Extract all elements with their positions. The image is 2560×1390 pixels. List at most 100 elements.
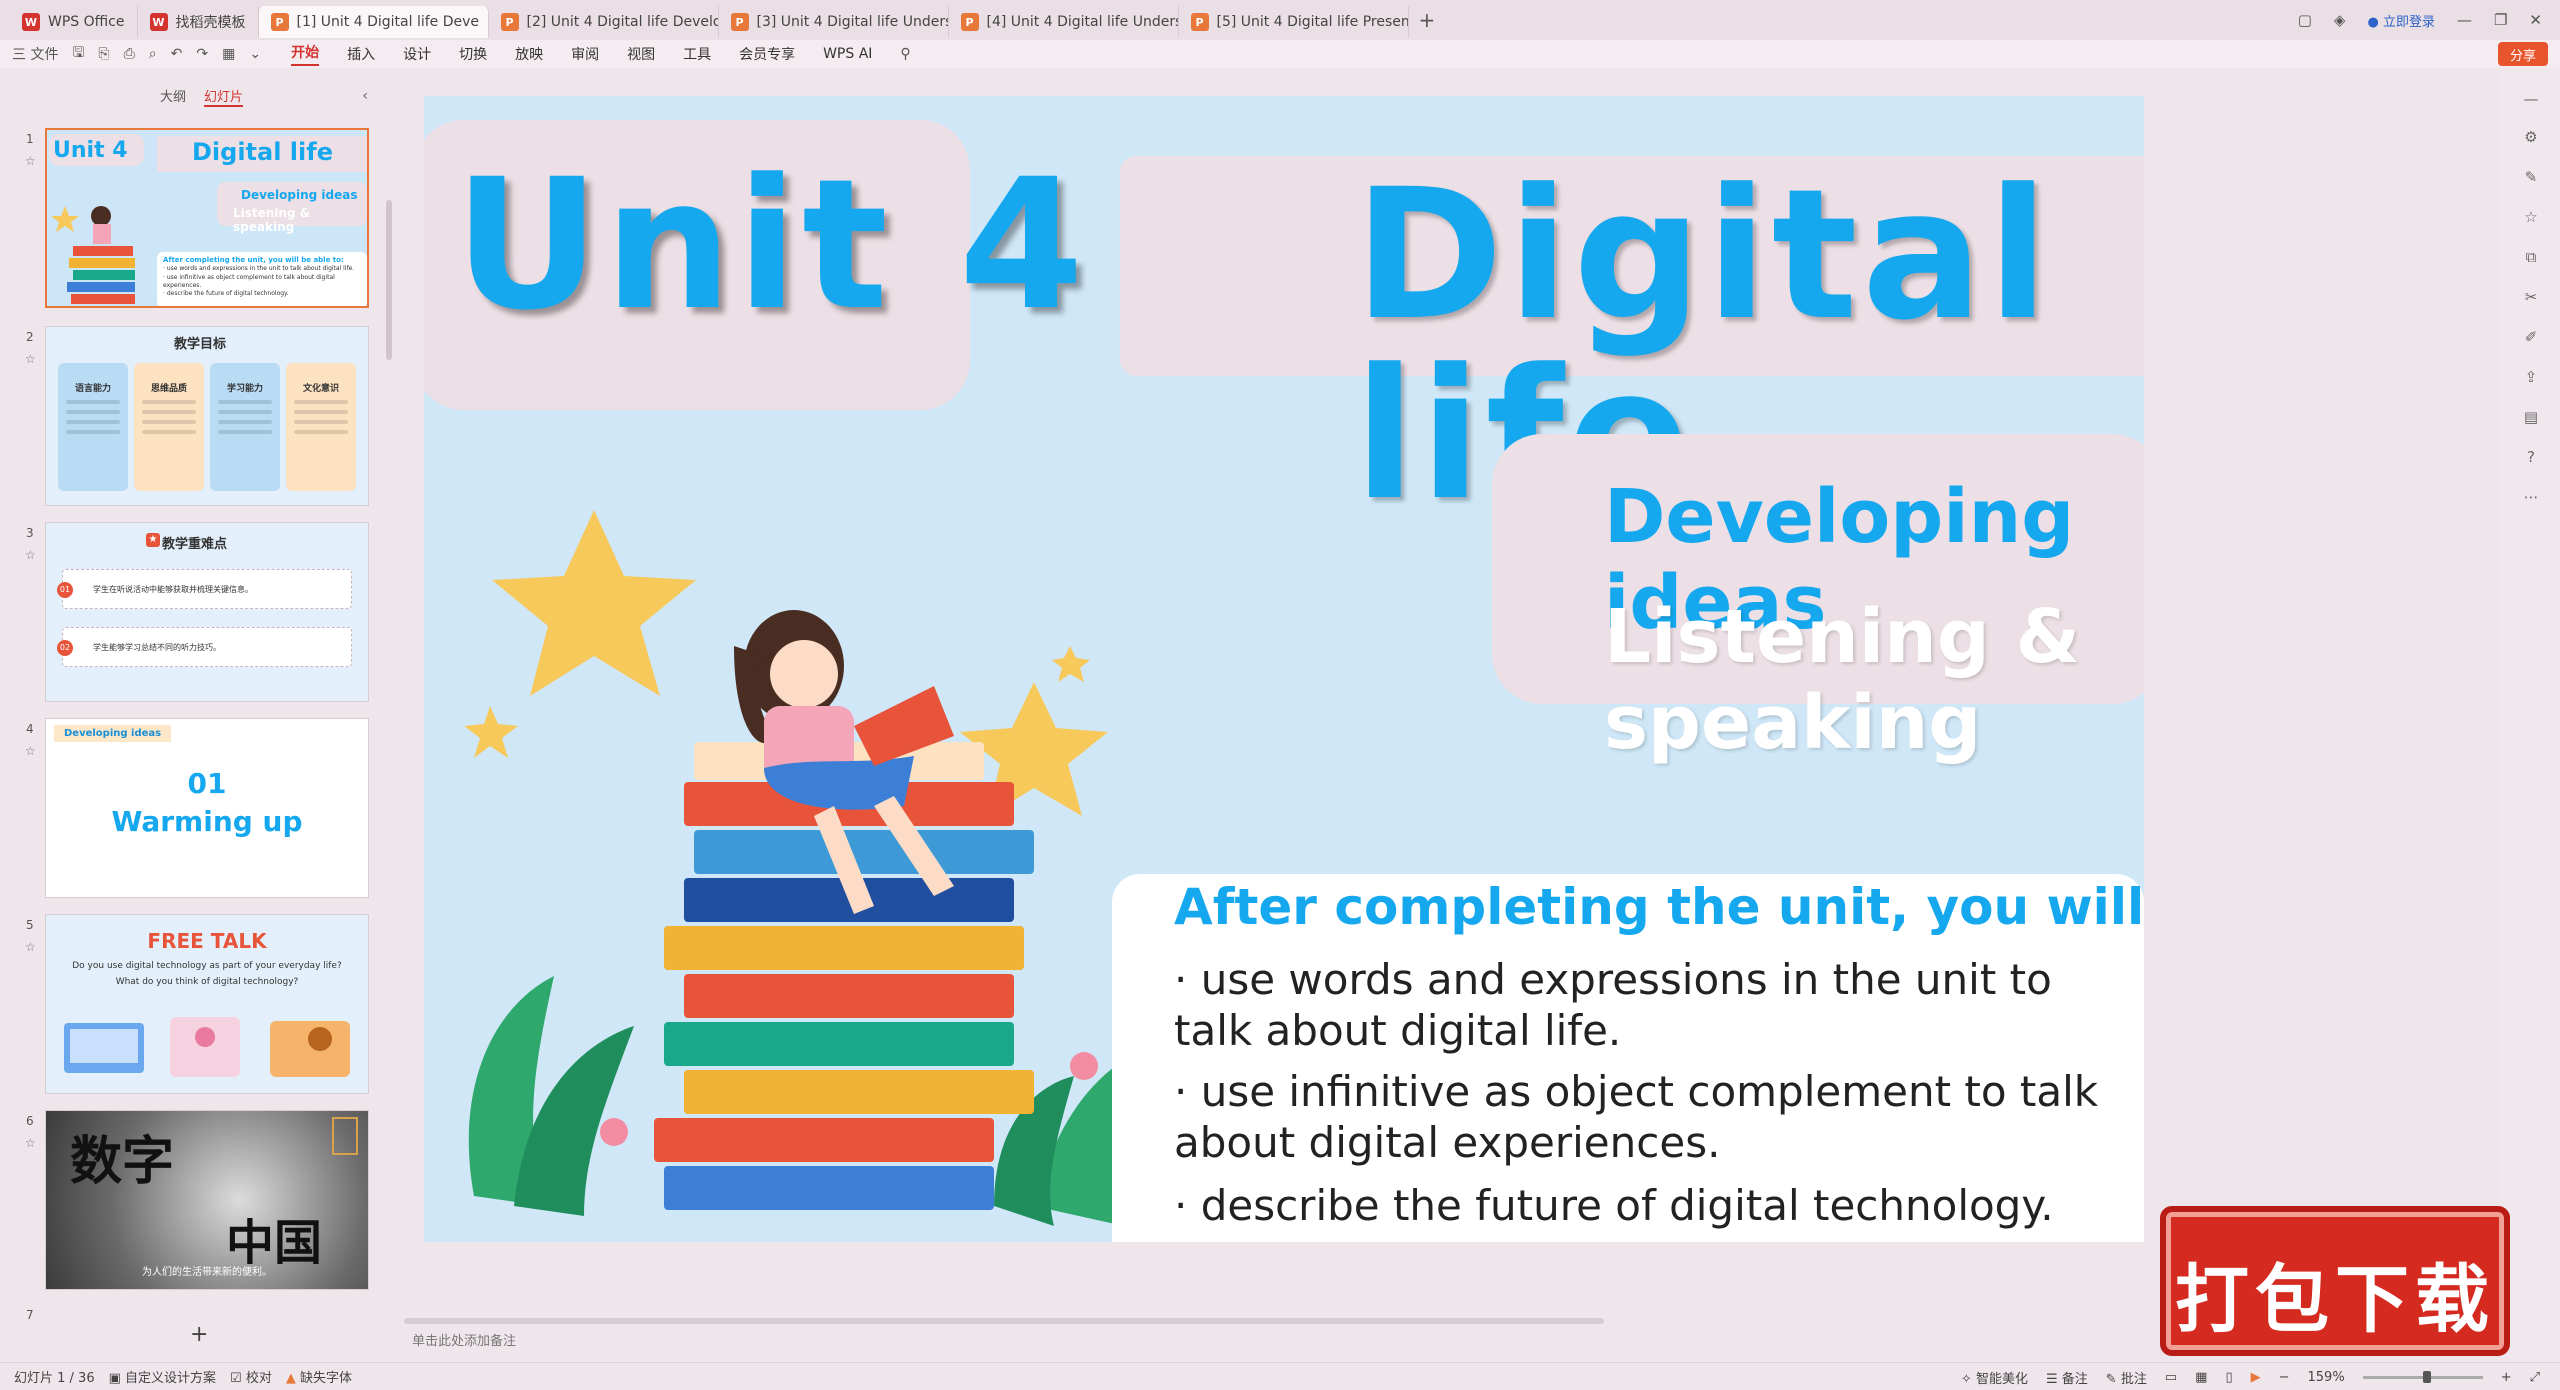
thumbnail-note-title: After completing the unit, you will be a… xyxy=(163,256,344,264)
panel-scrollbar[interactable] xyxy=(386,200,392,360)
redo-icon[interactable]: ↷ xyxy=(196,46,208,62)
search-icon[interactable]: ⚲ xyxy=(900,46,910,62)
tab-slides[interactable]: 幻灯片 xyxy=(204,86,244,107)
share-icon[interactable]: ⇪ xyxy=(2522,368,2540,386)
horizontal-scrollbar[interactable] xyxy=(404,1318,1604,1324)
more-icon[interactable]: ⋯ xyxy=(2522,488,2540,506)
restore-icon[interactable]: ❐ xyxy=(2494,11,2507,29)
play-icon[interactable]: ▶ xyxy=(2251,1370,2261,1385)
tab-document-6[interactable]: P [5] Unit 4 Digital life Presenting xyxy=(1179,6,1409,38)
help-icon[interactable]: ? xyxy=(2522,448,2540,466)
missing-font[interactable]: ▲ 缺失字体 xyxy=(286,1367,352,1386)
adjust-icon[interactable]: ⚙ xyxy=(2522,128,2540,146)
menu-item-2[interactable]: 设计 xyxy=(403,44,431,64)
star-icon[interactable]: ☆ xyxy=(25,1136,36,1150)
star-icon[interactable]: ☆ xyxy=(25,940,36,954)
menu-item-6[interactable]: 视图 xyxy=(627,44,655,64)
star-icon[interactable]: ☆ xyxy=(25,744,36,758)
menu-item-5[interactable]: 审阅 xyxy=(571,44,599,64)
slide-thumbnail-4[interactable]: Developing ideas 01 Warming up xyxy=(45,718,369,898)
export-icon[interactable]: ⎘ xyxy=(98,46,109,62)
share-button[interactable]: 分享 xyxy=(2497,42,2548,66)
notes-button[interactable]: ☰ 备注 xyxy=(2046,1368,2088,1387)
tab-document-5[interactable]: P [4] Unit 4 Digital life Understand xyxy=(949,6,1179,38)
key-point-row: 01 学生在听说活动中能够获取并梳理关键信息。 xyxy=(57,569,352,609)
collapse-panel-icon[interactable]: ‹ xyxy=(362,88,368,104)
slide-thumbnail-3[interactable]: ★ 教学重难点 01 学生在听说活动中能够获取并梳理关键信息。 02 学生能够学习总… xyxy=(45,522,369,702)
right-toolbar: — ⚙ ✎ ☆ ⧉ ✂ ✐ ⇪ ▤ ? ⋯ xyxy=(2500,68,2560,1358)
edit-icon[interactable]: ✐ xyxy=(2522,328,2540,346)
zoom-in-icon[interactable]: + xyxy=(2501,1370,2512,1385)
beautify-icon: ✧ xyxy=(1960,1371,1972,1387)
design-icon: ▣ xyxy=(108,1371,121,1386)
more-tools-icon[interactable]: ⌄ xyxy=(249,46,261,62)
close-window-icon[interactable]: ✕ xyxy=(2529,11,2542,29)
design-scheme[interactable]: ▣ 自定义设计方案 xyxy=(109,1367,216,1386)
tab-document-0[interactable]: W WPS Office xyxy=(10,6,138,38)
download-stamp[interactable]: 打包下载 xyxy=(2160,1206,2510,1356)
zoom-knob[interactable] xyxy=(2422,1370,2431,1383)
menu-item-1[interactable]: 插入 xyxy=(347,44,375,64)
tab-document-4[interactable]: P [3] Unit 4 Digital life Understand xyxy=(719,6,949,38)
zoom-slider[interactable] xyxy=(2362,1370,2483,1383)
tab-document-3[interactable]: P [2] Unit 4 Digital life Developing xyxy=(489,6,719,38)
print-icon[interactable]: ⎙ xyxy=(124,46,135,62)
new-tab-button[interactable]: + xyxy=(1419,8,1436,32)
slide-thumbnail-2[interactable]: 教学目标 语言能力 思维品质 学习能力 文化意识 xyxy=(45,326,369,506)
menu-item-8[interactable]: 会员专享 xyxy=(739,44,795,64)
preview-icon[interactable]: ⌕ xyxy=(149,46,157,62)
layout-icon[interactable]: ▢ xyxy=(2298,11,2312,29)
normal-view-icon[interactable]: ▭ xyxy=(2165,1370,2177,1385)
tab-document-2[interactable]: P[1] Unit 4 Digital life Deve✕ xyxy=(258,6,489,38)
thumbnail-note-line: · use words and expressions in the unit … xyxy=(163,265,355,273)
proofing[interactable]: ☑ 校对 xyxy=(230,1367,272,1386)
tab-document-1[interactable]: W 找稻壳模板 xyxy=(138,6,259,38)
star-icon[interactable]: ☆ xyxy=(25,352,36,366)
menu-item-4[interactable]: 放映 xyxy=(515,44,543,64)
tab-outline[interactable]: 大纲 xyxy=(160,86,186,107)
slide-number: 1 xyxy=(26,132,34,146)
minimize-icon[interactable]: — xyxy=(2457,11,2472,29)
reading-view-icon[interactable]: ▯ xyxy=(2225,1370,2232,1385)
copy-icon[interactable]: ⧉ xyxy=(2522,248,2540,266)
slide-canvas[interactable]: Unit 4 Digital life Developing ideas Lis… xyxy=(424,96,2144,1242)
skin-icon[interactable]: ◈ xyxy=(2334,11,2346,29)
fit-icon[interactable]: ⤢ xyxy=(2530,1370,2540,1385)
format-painter-icon[interactable]: ▦ xyxy=(222,46,235,62)
pen-icon[interactable]: ✎ xyxy=(2522,168,2540,186)
slide-thumbnail-6[interactable]: 数字 中国 为人们的生活带来新的便利。 xyxy=(45,1110,369,1290)
panel-tabs: 大纲 幻灯片 xyxy=(160,86,244,107)
minus-icon[interactable]: — xyxy=(2522,90,2540,108)
tab-label: 找稻壳模板 xyxy=(175,15,246,31)
star-icon[interactable]: ☆ xyxy=(2522,208,2540,226)
tab-label: WPS Office xyxy=(48,14,125,30)
tools-icon[interactable]: ✂ xyxy=(2522,288,2540,306)
thumbnail-subtitle-2: Listening & speaking xyxy=(233,206,311,234)
book-icon[interactable]: ▤ xyxy=(2522,408,2540,426)
undo-icon[interactable]: ↶ xyxy=(171,46,183,62)
file-menu[interactable]: 三 文件 xyxy=(12,44,58,64)
menu-item-3[interactable]: 切换 xyxy=(459,44,487,64)
proof-icon: ☑ xyxy=(230,1371,242,1386)
objective-card: 文化意识 xyxy=(286,363,356,491)
slide-thumbnail-1[interactable]: Unit 4 Digital life Developing ideas Lis… xyxy=(45,128,369,308)
thumbnail-note-line: · use infinitive as object complement to… xyxy=(163,273,335,289)
star-icon[interactable]: ☆ xyxy=(25,548,36,562)
login-button[interactable]: ● 立即登录 xyxy=(2367,11,2435,30)
slide-thumbnail-5[interactable]: FREE TALK Do you use digital technology … xyxy=(45,914,369,1094)
menu-item-9[interactable]: WPS AI xyxy=(823,46,872,62)
comments-button[interactable]: ✎ 批注 xyxy=(2106,1368,2147,1387)
thumbnail-question: Do you use digital technology as part of… xyxy=(72,961,342,971)
grid-view-icon[interactable]: ▦ xyxy=(2195,1370,2207,1385)
thumbnail-note-line: · describe the future of digital technol… xyxy=(163,289,289,297)
key-point-number: 02 xyxy=(57,640,73,656)
add-slide-button[interactable]: + xyxy=(190,1322,208,1347)
menu-item-0[interactable]: 开始 xyxy=(291,42,320,66)
slide-number: 2 xyxy=(26,330,34,344)
menu-item-7[interactable]: 工具 xyxy=(683,44,711,64)
ppt-icon: P xyxy=(730,13,749,31)
save-icon[interactable]: 🖫 xyxy=(72,42,84,66)
zoom-out-icon[interactable]: − xyxy=(2279,1370,2290,1385)
star-icon[interactable]: ☆ xyxy=(25,154,36,168)
smart-beautify-button[interactable]: ✧ 智能美化 xyxy=(1961,1368,2028,1387)
